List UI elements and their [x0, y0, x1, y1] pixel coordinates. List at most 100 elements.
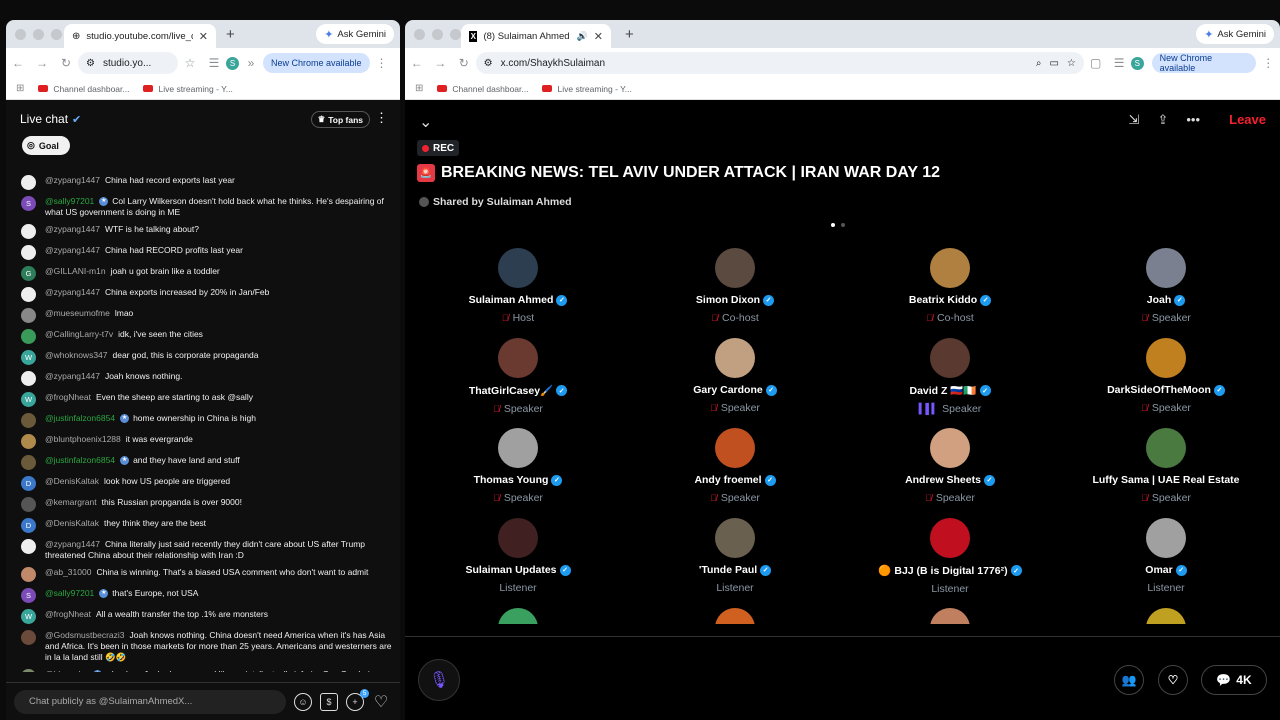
chat-avatar[interactable]: [21, 455, 36, 470]
chat-avatar[interactable]: G: [21, 266, 36, 281]
menu-kebab-icon[interactable]: ⋮: [370, 56, 394, 70]
chat-message[interactable]: S @sally97201 ★ Col Larry Wilkerson doesn't…: [21, 193, 392, 221]
close-tab-icon[interactable]: ✕: [594, 30, 603, 43]
chat-message[interactable]: D @DenisKaltak look how US people are trig…: [21, 473, 392, 494]
participant-avatar[interactable]: [930, 518, 970, 558]
bookmark-star-icon[interactable]: ☆: [178, 56, 202, 70]
chat-message[interactable]: @mueseumofme lmao: [21, 305, 392, 326]
chat-message[interactable]: @CallingLarry-t7v idk, i've seen the citi…: [21, 326, 392, 347]
ask-gemini-button[interactable]: ✦ Ask Gemini: [1196, 24, 1274, 44]
more-options-icon[interactable]: •••: [1186, 112, 1200, 128]
new-tab-button[interactable]: +: [625, 26, 634, 43]
participant[interactable]: Sulaiman Ahmed ✓ 🎙̸ Host: [418, 248, 618, 324]
chat-author[interactable]: @sally97201: [45, 588, 94, 598]
chat-author[interactable]: @whoknows347: [45, 350, 108, 360]
chat-avatar[interactable]: [21, 371, 36, 386]
audio-playing-icon[interactable]: 🔊: [577, 31, 588, 42]
participant[interactable]: David Z 🇷🇺🇮🇪 ✓ ▍▌▍ Speaker: [850, 338, 1050, 415]
window-controls[interactable]: [414, 29, 461, 40]
participant-avatar[interactable]: [715, 518, 755, 558]
participant-avatar[interactable]: [715, 338, 755, 378]
participant[interactable]: Thomas Young ✓ 🎙̸ Speaker: [418, 428, 618, 504]
chat-author[interactable]: @justinfalzon6854: [45, 455, 115, 465]
chat-avatar[interactable]: W: [21, 392, 36, 407]
chat-avatar[interactable]: [21, 175, 36, 190]
chat-avatar[interactable]: [21, 497, 36, 512]
people-button[interactable]: 👥: [1114, 665, 1144, 695]
new-tab-button[interactable]: +: [226, 26, 235, 43]
participant[interactable]: Luffy Sama | UAE Real Estate 🎙̸ Speaker: [1066, 428, 1266, 504]
chat-message[interactable]: @bluntphoenix1288 it was evergrande: [21, 431, 392, 452]
heart-icon[interactable]: ♡: [372, 693, 390, 711]
chat-author[interactable]: @zypang1447: [45, 245, 100, 255]
bookmark-star-icon[interactable]: ☆: [1067, 58, 1076, 69]
site-info-icon[interactable]: ⚙: [86, 58, 95, 69]
chat-author[interactable]: @zypang1447: [45, 539, 100, 549]
profile-avatar[interactable]: S: [226, 56, 239, 70]
participant-avatar[interactable]: [498, 428, 538, 468]
participant-avatar[interactable]: [498, 518, 538, 558]
participant-avatar[interactable]: [715, 248, 755, 288]
participant[interactable]: 🟠 BJJ (B is Digital 1776²) ✓ Listener: [850, 518, 1050, 595]
chat-avatar[interactable]: [21, 245, 36, 260]
participant-avatar[interactable]: [1146, 608, 1186, 624]
chat-avatar[interactable]: [21, 539, 36, 554]
participant-avatar[interactable]: [930, 608, 970, 624]
zoom-icon[interactable]: ⌕: [1036, 58, 1042, 69]
chat-author[interactable]: @frogNheat: [45, 609, 91, 619]
tab-youtube-studio[interactable]: ⊕ studio.youtube.com/live_cha ✕: [64, 24, 216, 48]
address-bar[interactable]: ⚙ studio.yo...: [78, 52, 178, 74]
goal-button[interactable]: ◎ Goal: [22, 136, 70, 155]
chat-avatar[interactable]: [21, 224, 36, 239]
chat-message[interactable]: @bl__ayke★why does Joah always sound lik…: [21, 666, 392, 672]
participant[interactable]: 'Tunde Paul ✓ Listener: [635, 518, 835, 594]
chat-avatar[interactable]: [21, 669, 36, 672]
chat-author[interactable]: @Godsmustbecrazi3: [45, 630, 125, 640]
bookmark-live-streaming[interactable]: Live streaming - Y...: [143, 84, 233, 94]
address-bar[interactable]: ⚙ x.com/ShaykhSulaiman ⌕ ▭ ☆: [475, 52, 1084, 74]
chat-message[interactable]: @zypang1447 WTF is he talking about?: [21, 221, 392, 242]
chat-author[interactable]: @zypang1447: [45, 287, 100, 297]
participant-avatar[interactable]: [1146, 518, 1186, 558]
leave-button[interactable]: Leave: [1229, 112, 1266, 127]
chat-author[interactable]: @DenisKaltak: [45, 518, 99, 528]
participant[interactable]: Omar ✓ Listener: [1066, 518, 1266, 594]
tab-x-sulaiman[interactable]: X (8) Sulaiman Ahmed (@Sh 🔊 ✕: [461, 24, 611, 48]
close-tab-icon[interactable]: ✕: [199, 30, 208, 43]
participant[interactable]: DarkSideOfTheMoon ✓ 🎙̸ Speaker: [1066, 338, 1266, 414]
chat-author[interactable]: @mueseumofme: [45, 308, 110, 318]
participant[interactable]: Simon Dixon ✓ 🎙̸ Co-host: [635, 248, 835, 324]
reactions-button[interactable]: ♡: [1158, 665, 1188, 695]
chat-avatar[interactable]: [21, 434, 36, 449]
chat-avatar[interactable]: D: [21, 518, 36, 533]
chat-message[interactable]: @Godsmustbecrazi3 Joah knows nothing. Chi…: [21, 627, 392, 666]
participant[interactable]: Beatrix Kiddo ✓ 🎙̸ Co-host: [850, 248, 1050, 324]
bookmark-channel-dashboard[interactable]: Channel dashboar...: [38, 84, 129, 94]
forward-icon[interactable]: →: [429, 56, 453, 70]
chat-author[interactable]: @bl__ayke: [45, 669, 88, 672]
menu-kebab-icon[interactable]: ⋮: [1256, 56, 1280, 70]
participant[interactable]: ThatGirlCasey🖌️ ✓ 🎙̸ Speaker: [418, 338, 618, 415]
participant[interactable]: Andrew Sheets ✓ 🎙̸ Speaker: [850, 428, 1050, 504]
new-chrome-available-button[interactable]: New Chrome available: [263, 53, 370, 73]
chat-author[interactable]: @kemargrant: [45, 497, 97, 507]
chat-avatar[interactable]: S: [21, 196, 36, 211]
participant-avatar[interactable]: [715, 428, 755, 468]
extensions-icon[interactable]: ☰: [202, 56, 226, 70]
chat-author[interactable]: @zypang1447: [45, 175, 100, 185]
super-chat-icon[interactable]: $: [320, 692, 338, 711]
gift-icon[interactable]: +5: [346, 688, 369, 711]
chat-avatar[interactable]: W: [21, 350, 36, 365]
comments-button[interactable]: 💬 4K: [1201, 665, 1267, 695]
minimize-dock-icon[interactable]: ⇲: [1129, 112, 1140, 128]
chat-input-field[interactable]: Chat publicly as @SulaimanAhmedX...: [14, 689, 286, 714]
chat-avatar[interactable]: D: [21, 476, 36, 491]
participant-avatar[interactable]: [498, 248, 538, 288]
participant-avatar[interactable]: [930, 428, 970, 468]
chat-author[interactable]: @sally97201: [45, 196, 94, 206]
top-fans-button[interactable]: ♛ Top fans: [310, 111, 370, 128]
tab-search-icon[interactable]: ▢: [1084, 56, 1108, 70]
apps-grid-icon[interactable]: ⊞: [415, 83, 423, 94]
chat-author[interactable]: @CallingLarry-t7v: [45, 329, 113, 339]
participants-grid[interactable]: Sulaiman Ahmed ✓ 🎙̸ Host Simon Dixon ✓ 🎙̸ Co-ho…: [405, 244, 1280, 624]
